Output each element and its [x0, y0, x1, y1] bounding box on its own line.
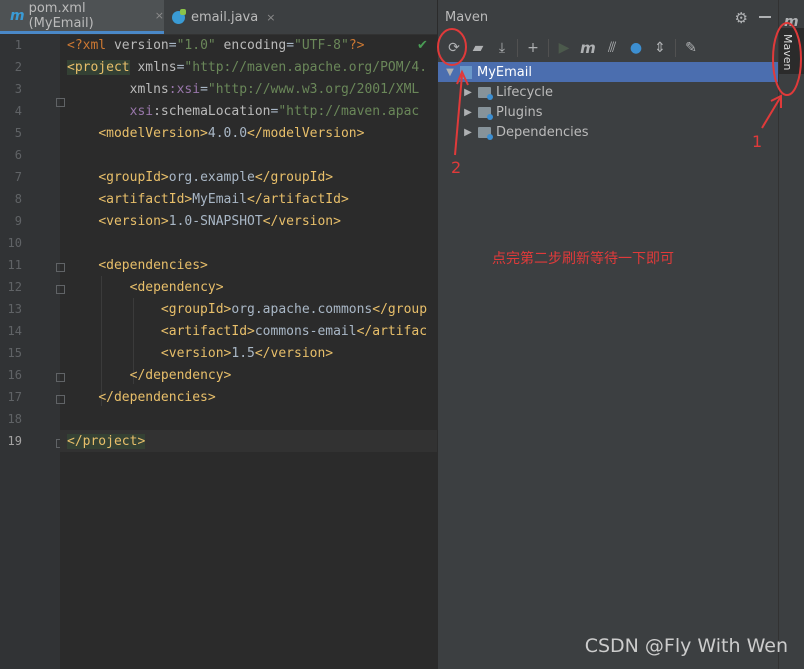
highlight-ring — [772, 22, 802, 96]
watermark: CSDN @Fly With Wen — [584, 635, 788, 657]
annotation-arrow — [454, 74, 463, 156]
annotation-overlay — [437, 22, 802, 156]
annotation-number-2: 2 — [451, 158, 462, 177]
annotation-arrow — [761, 97, 781, 129]
annotation-note: 点完第二步刷新等待一下即可 — [492, 251, 674, 267]
annotation-number-1: 1 — [752, 132, 763, 151]
highlight-ring — [437, 28, 467, 66]
